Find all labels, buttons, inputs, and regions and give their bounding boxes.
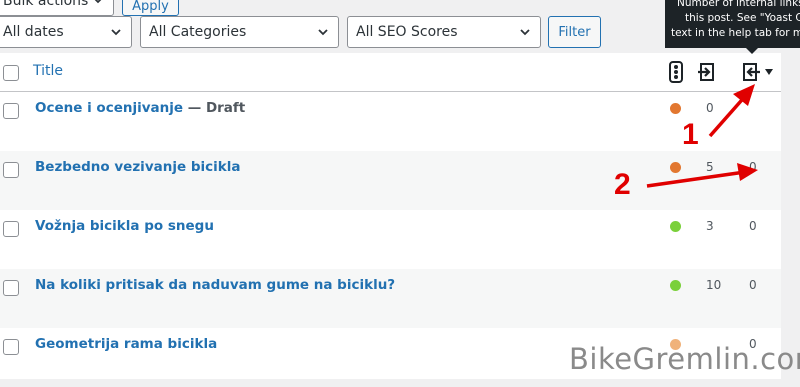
post-title[interactable]: Geometrija rama bicikla bbox=[35, 336, 217, 352]
incoming-links-count: 0 bbox=[749, 278, 757, 292]
dates-select[interactable]: All dates bbox=[0, 16, 132, 48]
sort-caret-icon[interactable] bbox=[764, 67, 774, 77]
annotation-number-1: 1 bbox=[682, 118, 699, 151]
annotation-number-2: 2 bbox=[614, 168, 631, 201]
row-checkbox[interactable] bbox=[3, 103, 19, 119]
apply-label: Apply bbox=[132, 0, 169, 14]
post-title[interactable]: Ocene i ocenjivanje bbox=[35, 100, 183, 116]
categories-select[interactable]: All Categories bbox=[140, 16, 339, 48]
tooltip-line: text in the help tab for mo bbox=[671, 27, 800, 39]
seo-score-dot bbox=[670, 280, 681, 291]
bulk-actions-label: Bulk actions bbox=[3, 0, 89, 9]
watermark: BikeGremlin.com bbox=[569, 342, 800, 376]
title-column-header[interactable]: Title bbox=[33, 63, 63, 79]
dates-label: All dates bbox=[3, 24, 64, 40]
seo-score-dot bbox=[670, 103, 681, 114]
chevron-down-icon bbox=[111, 29, 121, 36]
tooltip-line: this post. See "Yoast Co bbox=[685, 12, 800, 24]
tooltip-tail bbox=[745, 47, 759, 54]
outgoing-links-count: 0 bbox=[706, 101, 714, 115]
row-checkbox[interactable] bbox=[3, 339, 19, 355]
post-title[interactable]: Na koliki pritisak da naduvam gume na bi… bbox=[35, 277, 395, 293]
incoming-links-icon[interactable] bbox=[739, 61, 761, 83]
tooltip-line: Number of internal links li bbox=[677, 0, 800, 9]
post-state: — Draft bbox=[183, 100, 246, 116]
bulk-actions-select[interactable]: Bulk actions bbox=[0, 0, 114, 16]
seo-score-dot bbox=[670, 221, 681, 232]
incoming-links-count: 0 bbox=[749, 219, 757, 233]
post-title-link[interactable]: Ocene i ocenjivanje — Draft bbox=[35, 100, 245, 116]
post-title[interactable]: Bezbedno vezivanje bicikla bbox=[35, 159, 240, 175]
chevron-down-icon bbox=[318, 29, 328, 36]
post-title[interactable]: Vožnja bicikla po snegu bbox=[35, 218, 214, 234]
row-checkbox[interactable] bbox=[3, 280, 19, 296]
seo-scores-select[interactable]: All SEO Scores bbox=[347, 16, 541, 48]
outgoing-links-count: 10 bbox=[706, 278, 722, 292]
apply-button[interactable]: Apply bbox=[122, 0, 179, 16]
filter-label: Filter bbox=[558, 24, 591, 40]
seo-score-dot bbox=[670, 162, 681, 173]
row-checkbox[interactable] bbox=[3, 221, 19, 237]
outgoing-links-count: 3 bbox=[706, 219, 714, 233]
tooltip: Number of internal links li this post. S… bbox=[665, 0, 800, 48]
seo-scores-label: All SEO Scores bbox=[356, 24, 458, 40]
outgoing-links-count: 5 bbox=[706, 160, 714, 174]
chevron-down-icon bbox=[520, 29, 530, 36]
table-row: Na koliki pritisak da naduvam gume na bi… bbox=[0, 269, 781, 328]
incoming-links-count: 0 bbox=[749, 160, 757, 174]
outgoing-links-icon[interactable] bbox=[696, 61, 718, 83]
row-checkbox[interactable] bbox=[3, 162, 19, 178]
filter-button[interactable]: Filter bbox=[548, 16, 601, 48]
categories-label: All Categories bbox=[149, 24, 247, 40]
chevron-down-icon bbox=[94, 0, 102, 4]
table-row: Vožnja bicikla po snegu 3 0 bbox=[0, 210, 781, 269]
table-row: Ocene i ocenjivanje — Draft 0 bbox=[0, 92, 781, 151]
select-all-checkbox[interactable] bbox=[3, 65, 19, 81]
table-row: Bezbedno vezivanje bicikla 5 0 bbox=[0, 151, 781, 210]
seo-score-icon[interactable] bbox=[669, 61, 683, 83]
table-header: Title bbox=[0, 53, 781, 92]
